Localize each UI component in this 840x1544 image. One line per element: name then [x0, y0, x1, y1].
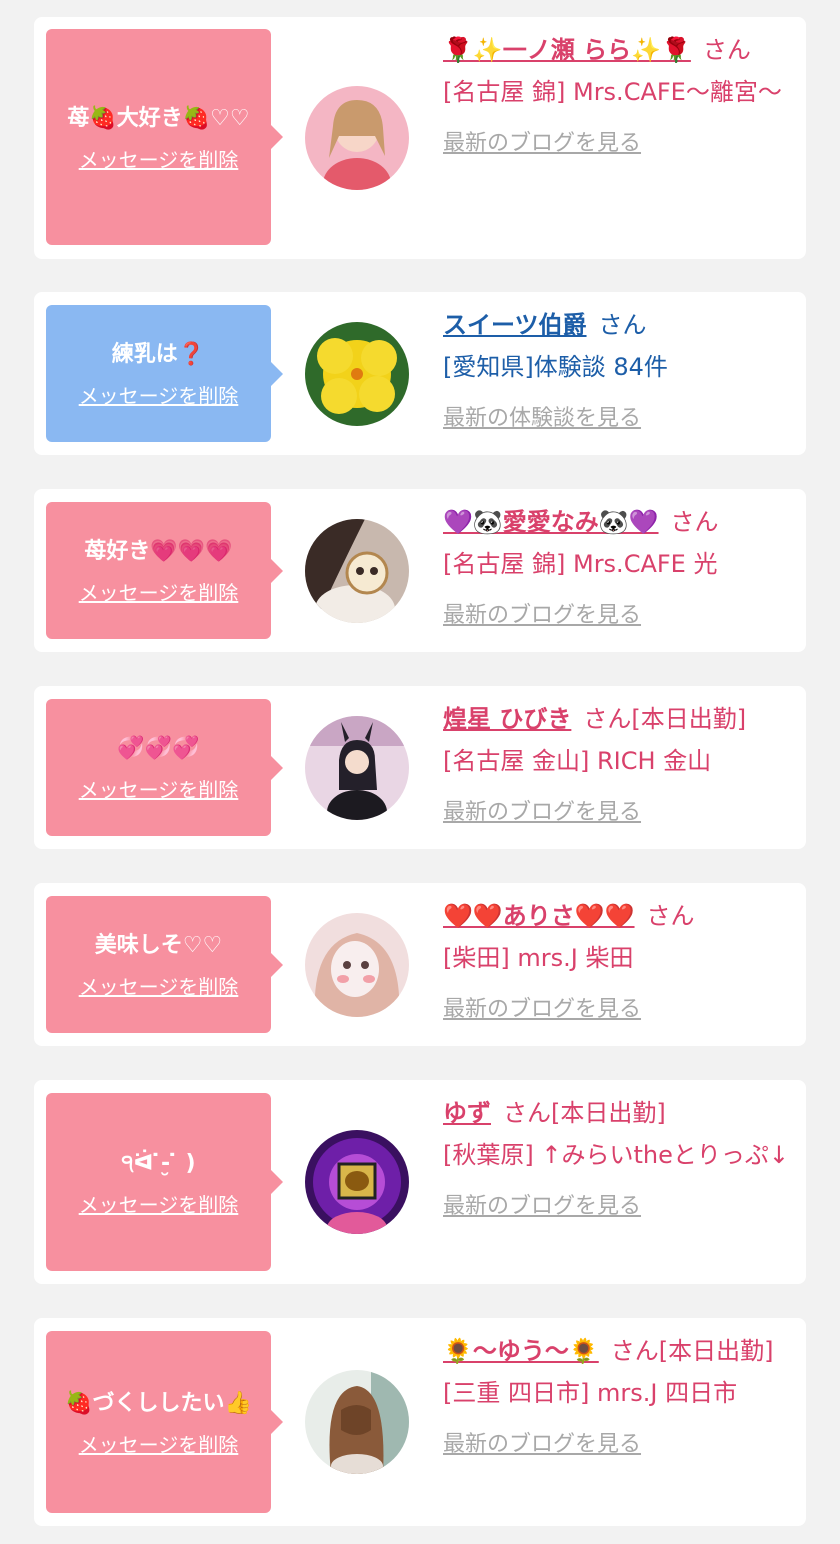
avatar[interactable]	[305, 86, 409, 190]
message-text: 美味しそ♡♡	[94, 933, 223, 958]
sender-honorific: さん	[598, 311, 647, 339]
delete-message-link[interactable]: メッセージを削除	[79, 1189, 239, 1218]
latest-blog-link[interactable]: 最新のブログを見る	[443, 792, 792, 834]
avatar[interactable]	[305, 716, 409, 820]
message-bubble: 苺好き💗💗💗 メッセージを削除	[46, 502, 283, 639]
sender-name-link[interactable]: 💜🐼愛愛なみ🐼💜	[443, 508, 659, 536]
message-text: ੧ᐛ ̇-̮ ̇ )	[121, 1150, 196, 1176]
message-card: 美味しそ♡♡ メッセージを削除 ❤️❤️ありさ❤️❤️ さん [柴田] mrs.J…	[34, 883, 806, 1046]
message-card: 🍓づくししたい👍 メッセージを削除 🌻〜ゆう〜🌻 さん[本日出勤] [三重 四日市…	[34, 1318, 806, 1526]
sender-honorific: さん[本日出勤]	[503, 1099, 666, 1127]
sender-name-link[interactable]: 🌻〜ゆう〜🌻	[443, 1337, 599, 1365]
shop-label: [名古屋 錦] Mrs.CAFE～離宮～	[443, 78, 782, 106]
latest-blog-link[interactable]: 最新のブログを見る	[443, 595, 792, 637]
shop-label: [三重 四日市] mrs.J 四日市	[443, 1379, 738, 1407]
message-bubble: ੧ᐛ ̇-̮ ̇ ) メッセージを削除	[46, 1093, 283, 1271]
latest-experience-link[interactable]: 最新の体験談を見る	[443, 398, 792, 440]
message-text: 🍓づくししたい👍	[65, 1390, 252, 1416]
sender-honorific: さん[本日出勤]	[610, 1337, 774, 1365]
sender-info: 🌻〜ゆう〜🌻 さん[本日出勤] [三重 四日市] mrs.J 四日市 最新のブログ…	[443, 1330, 792, 1466]
shop-label: [柴田] mrs.J 柴田	[443, 944, 634, 972]
latest-blog-link[interactable]: 最新のブログを見る	[443, 989, 792, 1031]
latest-blog-link[interactable]: 最新のブログを見る	[443, 123, 792, 165]
delete-message-link[interactable]: メッセージを削除	[79, 577, 239, 606]
shop-label: [愛知県]体験談 84件	[443, 353, 668, 381]
message-card: 練乳は❓ メッセージを削除 スイーツ伯爵 さん [愛知県]体験談 84件 最新の体…	[34, 292, 806, 455]
message-bubble: 練乳は❓ メッセージを削除	[46, 305, 283, 442]
message-bubble: 💞💞💞 メッセージを削除	[46, 699, 283, 836]
shop-label: [名古屋 錦] Mrs.CAFE 光	[443, 550, 718, 578]
shop-label: [秋葉原] ↑みらいtheとりっぷ↓	[443, 1141, 789, 1169]
avatar-image	[305, 716, 409, 820]
sender-info: スイーツ伯爵 さん [愛知県]体験談 84件 最新の体験談を見る	[443, 304, 792, 440]
avatar[interactable]	[305, 1370, 409, 1474]
sender-name-link[interactable]: ゆず	[443, 1099, 491, 1127]
avatar[interactable]	[305, 1130, 409, 1234]
sender-honorific: さん	[702, 36, 751, 64]
sender-honorific: さん	[646, 902, 695, 930]
sender-honorific: さん[本日出勤]	[583, 705, 747, 733]
avatar-image	[305, 1370, 409, 1474]
sender-info: 🌹✨一ノ瀬 らら✨🌹 さん [名古屋 錦] Mrs.CAFE～離宮～ 最新のブログ…	[443, 29, 792, 165]
message-card: 💞💞💞 メッセージを削除 煌星 ひびき さん[本日出勤] [名古屋 金山] RIC…	[34, 686, 806, 849]
avatar-image	[305, 913, 409, 1017]
sender-info: ❤️❤️ありさ❤️❤️ さん [柴田] mrs.J 柴田 最新のブログを見る	[443, 895, 792, 1031]
message-text: 苺好き💗💗💗	[84, 539, 233, 564]
avatar-image	[305, 86, 409, 190]
avatar[interactable]	[305, 322, 409, 426]
delete-message-link[interactable]: メッセージを削除	[79, 380, 239, 409]
avatar-image	[305, 322, 409, 426]
sender-info: 煌星 ひびき さん[本日出勤] [名古屋 金山] RICH 金山 最新のブログを見…	[443, 698, 792, 834]
message-bubble: 苺🍓大好き🍓♡♡ メッセージを削除	[46, 29, 283, 245]
delete-message-link[interactable]: メッセージを削除	[79, 774, 239, 803]
delete-message-link[interactable]: メッセージを削除	[79, 144, 239, 173]
message-text: 💞💞💞	[117, 736, 200, 761]
avatar[interactable]	[305, 913, 409, 1017]
sender-name-link[interactable]: ❤️❤️ありさ❤️❤️	[443, 902, 635, 930]
sender-info: 💜🐼愛愛なみ🐼💜 さん [名古屋 錦] Mrs.CAFE 光 最新のブログを見る	[443, 501, 792, 637]
sender-name-link[interactable]: 🌹✨一ノ瀬 らら✨🌹	[443, 36, 691, 64]
message-text: 苺🍓大好き🍓♡♡	[67, 105, 250, 131]
message-card: 苺好き💗💗💗 メッセージを削除 💜🐼愛愛なみ🐼💜 さん [名古屋 錦] Mrs.C…	[34, 489, 806, 652]
sender-name-link[interactable]: 煌星 ひびき	[443, 705, 571, 733]
message-bubble: 美味しそ♡♡ メッセージを削除	[46, 896, 283, 1033]
avatar-image	[305, 1130, 409, 1234]
shop-label: [名古屋 金山] RICH 金山	[443, 747, 712, 775]
sender-name-link[interactable]: スイーツ伯爵	[443, 311, 587, 339]
message-bubble: 🍓づくししたい👍 メッセージを削除	[46, 1331, 283, 1513]
message-card: ੧ᐛ ̇-̮ ̇ ) メッセージを削除 ゆず さん[本日出勤] [秋葉原] ↑みら…	[34, 1080, 806, 1284]
delete-message-link[interactable]: メッセージを削除	[79, 1429, 239, 1458]
latest-blog-link[interactable]: 最新のブログを見る	[443, 1424, 792, 1466]
avatar[interactable]	[305, 519, 409, 623]
delete-message-link[interactable]: メッセージを削除	[79, 971, 239, 1000]
message-text: 練乳は❓	[111, 342, 206, 367]
sender-honorific: さん	[670, 508, 719, 536]
latest-blog-link[interactable]: 最新のブログを見る	[443, 1186, 792, 1228]
sender-info: ゆず さん[本日出勤] [秋葉原] ↑みらいtheとりっぷ↓ 最新のブログを見る	[443, 1092, 792, 1228]
message-card: 苺🍓大好き🍓♡♡ メッセージを削除 🌹✨一ノ瀬 らら✨🌹 さん [名古屋 錦] M…	[34, 17, 806, 259]
avatar-image	[305, 519, 409, 623]
